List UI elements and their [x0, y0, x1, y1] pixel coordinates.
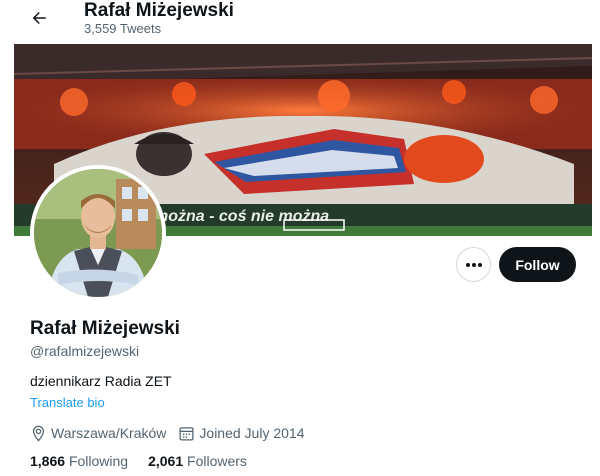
- following-label: Following: [68, 453, 129, 469]
- profile-handle: @rafalmizejewski: [30, 343, 140, 359]
- followers-link[interactable]: 2,061 Followers: [148, 453, 247, 469]
- following-link[interactable]: 1,866 Following: [30, 453, 128, 469]
- top-bar: Rafał Miżejewski 3,559 Tweets: [0, 0, 600, 44]
- tweet-count: 3,559 Tweets: [84, 21, 162, 36]
- back-arrow-icon: [32, 12, 46, 24]
- back-button[interactable]: [24, 4, 54, 32]
- header-title: Rafał Miżejewski: [84, 0, 234, 21]
- join-date: Joined July 2014: [178, 425, 304, 442]
- location: Warszawa/Kraków: [30, 425, 166, 442]
- location-text: Warszawa/Kraków: [51, 425, 167, 441]
- calendar-icon: [179, 426, 194, 441]
- follow-stats: 1,866 Following 2,061 Followers: [30, 453, 267, 469]
- more-options-button[interactable]: [456, 247, 491, 282]
- location-pin-icon: [32, 425, 45, 442]
- banner-text: można - coś nie można: [154, 208, 329, 225]
- join-date-text: Joined July 2014: [199, 425, 305, 441]
- following-count: 1,866: [30, 453, 69, 469]
- translate-bio-link[interactable]: Translate bio: [30, 395, 105, 410]
- avatar[interactable]: [30, 165, 166, 301]
- profile-meta: Warszawa/Kraków Joined July 2014: [30, 423, 316, 443]
- follow-button[interactable]: Follow: [499, 247, 576, 282]
- profile-bio: dziennikarz Radia ZET: [30, 373, 172, 389]
- profile-name: Rafał Miżejewski: [30, 318, 180, 339]
- followers-count: 2,061: [148, 453, 188, 469]
- followers-label: Followers: [187, 453, 247, 469]
- ellipsis-icon: [465, 262, 482, 267]
